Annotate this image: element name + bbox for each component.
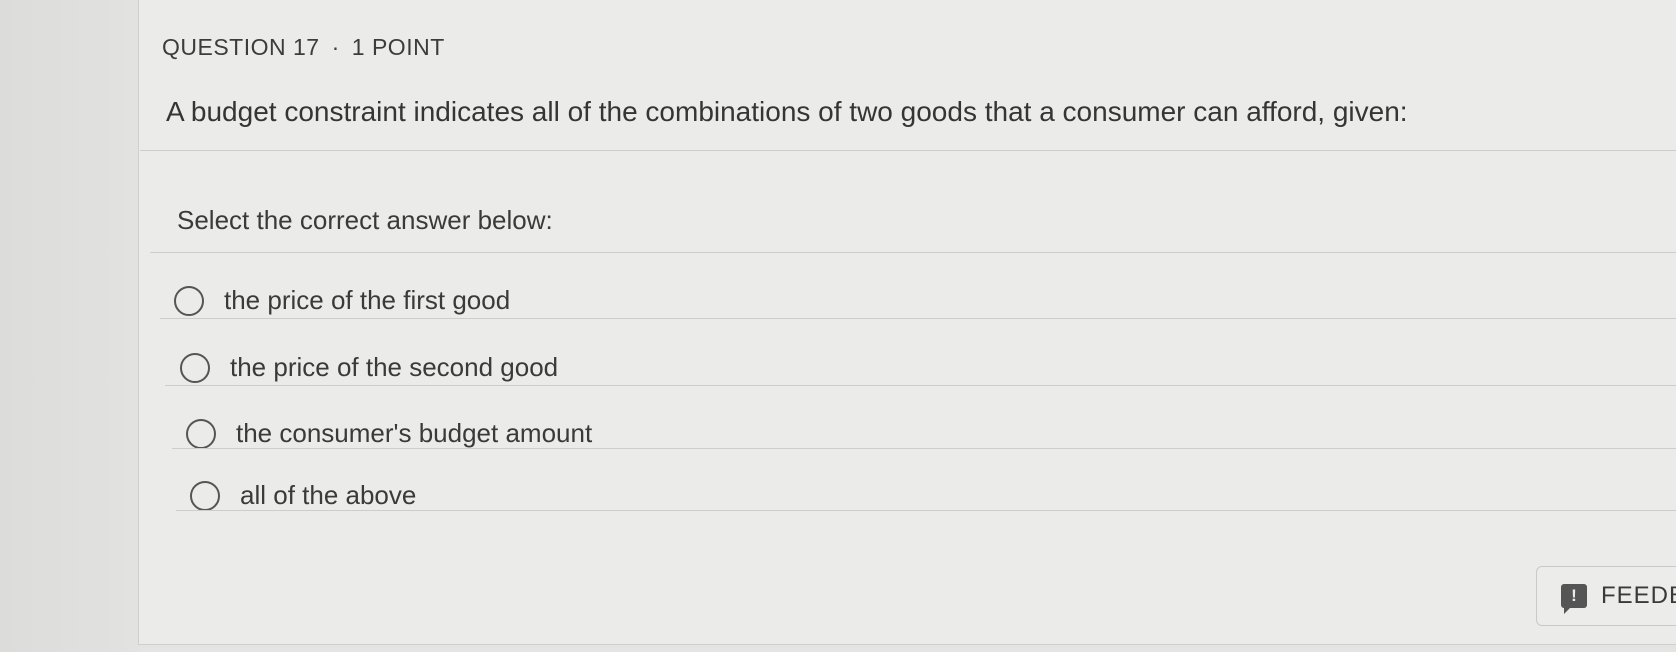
question-header: QUESTION 17 · 1 POINT bbox=[162, 34, 445, 61]
feedback-button[interactable]: ! FEEDB bbox=[1536, 566, 1676, 626]
left-margin bbox=[0, 0, 140, 652]
answer-option[interactable]: all of the above bbox=[190, 480, 416, 511]
question-number: QUESTION 17 bbox=[162, 34, 320, 60]
answer-option[interactable]: the price of the second good bbox=[180, 352, 558, 383]
radio-button[interactable] bbox=[190, 480, 220, 511]
answer-option[interactable]: the consumer's budget amount bbox=[186, 418, 592, 449]
answer-option-label: all of the above bbox=[240, 480, 417, 510]
question-text: A budget constraint indicates all of the… bbox=[166, 96, 1408, 127]
divider bbox=[172, 448, 1676, 449]
answer-option-label: the price of the second good bbox=[230, 352, 559, 382]
divider bbox=[150, 252, 1676, 253]
divider bbox=[165, 385, 1676, 386]
divider bbox=[140, 150, 1676, 151]
header-separator: · bbox=[331, 34, 340, 60]
divider bbox=[160, 318, 1676, 319]
answer-option[interactable]: the price of the first good bbox=[174, 285, 510, 316]
divider bbox=[176, 510, 1676, 511]
question-points: 1 POINT bbox=[351, 34, 445, 60]
feedback-label: FEEDB bbox=[1601, 582, 1676, 609]
radio-button[interactable] bbox=[186, 418, 216, 449]
answer-option-label: the price of the first good bbox=[224, 285, 511, 315]
feedback-icon: ! bbox=[1561, 584, 1587, 614]
answer-option-label: the consumer's budget amount bbox=[236, 418, 593, 448]
radio-button[interactable] bbox=[180, 352, 210, 383]
answer-prompt: Select the correct answer below: bbox=[177, 205, 553, 235]
radio-button[interactable] bbox=[174, 285, 204, 316]
